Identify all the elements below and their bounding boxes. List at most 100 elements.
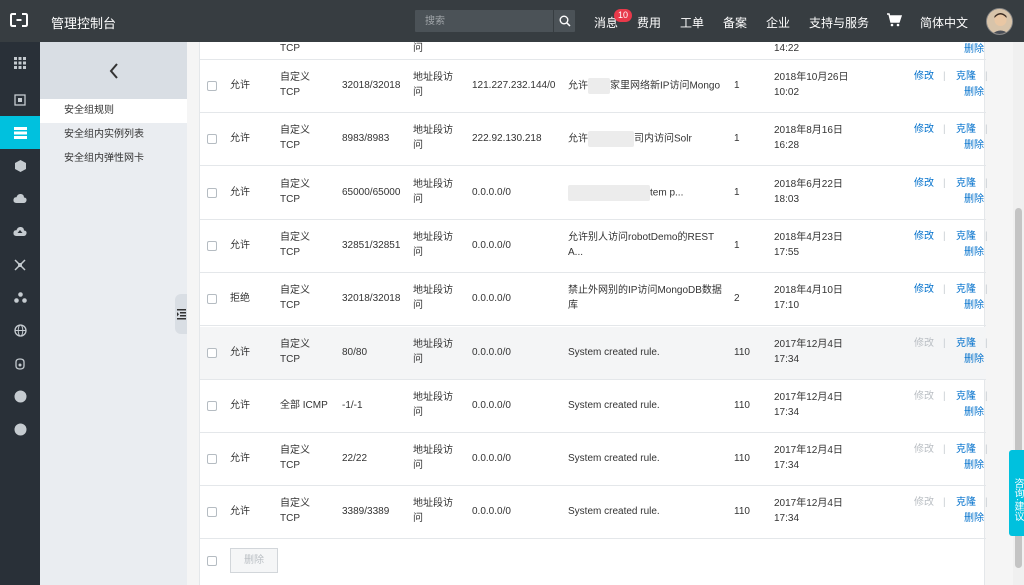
rule-created-time: 2017年12月4日 17:34: [774, 338, 843, 365]
clone-link[interactable]: 克隆: [956, 495, 976, 510]
rule-port-range: 3389/3389: [342, 506, 390, 518]
clone-link[interactable]: 克隆: [956, 336, 976, 351]
rule-policy: 允许: [230, 239, 250, 251]
row-checkbox[interactable]: [207, 507, 217, 518]
logo-icon[interactable]: [10, 12, 28, 28]
delete-link[interactable]: 删除: [964, 511, 984, 526]
rule-protocol: 自定义 TCP: [280, 338, 310, 365]
sidebar-products[interactable]: [0, 46, 40, 79]
rule-description: System created rule.: [568, 506, 660, 518]
delete-link[interactable]: 删除: [964, 298, 984, 313]
rule-auth-object: 0.0.0.0/0: [472, 239, 511, 251]
dashboard-icon: [14, 93, 26, 106]
rule-created-time: 2018年6月22日 18:03: [774, 178, 843, 205]
console-title[interactable]: 管理控制台: [51, 13, 116, 32]
delete-link[interactable]: 删除: [964, 405, 984, 420]
rule-policy: 允许: [230, 506, 250, 518]
sidebar-item-ecs[interactable]: [0, 116, 40, 149]
row-checkbox[interactable]: [207, 347, 217, 358]
rule-policy: 允许: [230, 399, 250, 411]
delete-link[interactable]: 删除: [964, 245, 984, 260]
edit-link[interactable]: 修改: [914, 176, 934, 191]
delete-link[interactable]: 删除: [964, 192, 984, 207]
clone-link[interactable]: 克隆: [956, 229, 976, 244]
back-button[interactable]: [40, 42, 187, 99]
edit-link[interactable]: 修改: [914, 495, 934, 510]
rule-description: tem p...: [568, 184, 728, 201]
sidebar-item-upload[interactable]: [0, 215, 40, 248]
sub-sidebar: 安全组规则 安全组内实例列表 安全组内弹性网卡: [40, 42, 187, 585]
sidebar-item-security[interactable]: [0, 347, 40, 380]
sidebar-item-storage[interactable]: [0, 182, 40, 215]
rule-protocol: 自定义 TCP: [280, 125, 310, 152]
row-checkbox[interactable]: [207, 294, 217, 305]
table-row: TCP 问 14:22 删除: [200, 6, 986, 60]
rule-auth-object: 222.92.130.218: [472, 133, 542, 145]
sidebar-item-global[interactable]: [0, 314, 40, 347]
sidebar-item-dot-1[interactable]: [0, 380, 40, 413]
row-checkbox[interactable]: [207, 81, 217, 91]
edit-link[interactable]: 修改: [914, 122, 934, 137]
delete-link[interactable]: 删除: [964, 352, 984, 367]
rule-protocol: 自定义 TCP: [280, 231, 310, 258]
main-content: TCP 问 14:22 删除 允许 自定义 TCP 32018/32018 地址段访问 1…: [187, 42, 1013, 585]
rule-port-range: 32018/32018: [342, 293, 401, 305]
action-separator: |: [985, 71, 988, 82]
edit-link[interactable]: 修改: [914, 389, 934, 404]
rule-policy: 允许: [230, 186, 250, 198]
delete-link[interactable]: 删除: [964, 458, 984, 473]
rule-created-time: 2018年4月23日 17:55: [774, 231, 843, 258]
feedback-tab[interactable]: 咨询·建议: [1009, 450, 1024, 536]
clone-link[interactable]: 克隆: [956, 282, 976, 297]
rule-created-time: 2018年10月26日 10:02: [774, 72, 849, 98]
sidebar-item-overview[interactable]: [0, 83, 40, 116]
subnav-eni[interactable]: 安全组内弹性网卡: [40, 147, 187, 171]
sidebar-item-network[interactable]: [0, 248, 40, 281]
rule-port-range: 80/80: [342, 346, 368, 358]
subnav-instances[interactable]: 安全组内实例列表: [40, 123, 187, 147]
rule-port-range: -1/-1: [342, 399, 363, 411]
sidebar-item-dot-2[interactable]: [0, 413, 40, 446]
select-all-checkbox[interactable]: [207, 556, 217, 566]
delete-link[interactable]: 删除: [964, 42, 984, 57]
rule-created-time: 2017年12月4日 17:34: [774, 498, 843, 525]
edit-link[interactable]: 修改: [914, 336, 934, 351]
rule-auth-type: 问: [413, 43, 423, 54]
table-row: 允许 自定义 TCP 3389/3389 地址段访问 0.0.0.0/0 System cr…: [200, 486, 988, 540]
edit-link[interactable]: 修改: [914, 69, 934, 84]
batch-delete-button[interactable]: 删除: [230, 548, 278, 573]
clone-link[interactable]: 克隆: [956, 122, 976, 137]
rule-protocol: 全部 ICMP: [280, 399, 328, 411]
edit-link[interactable]: 修改: [914, 282, 934, 297]
subnav-security-rules[interactable]: 安全组规则: [40, 99, 187, 123]
delete-link[interactable]: 删除: [964, 85, 984, 100]
edit-link[interactable]: 修改: [914, 229, 934, 244]
action-separator: |: [985, 177, 988, 189]
rule-auth-object: 0.0.0.0/0: [472, 506, 511, 518]
table-row: 允许 自定义 TCP 32018/32018 地址段访问 121.227.232.144/…: [200, 60, 988, 113]
avatar[interactable]: [986, 8, 1013, 35]
row-checkbox[interactable]: [207, 400, 217, 411]
row-checkbox[interactable]: [207, 187, 217, 198]
row-checkbox[interactable]: [207, 454, 217, 465]
edit-link[interactable]: 修改: [914, 442, 934, 457]
rule-auth-type: 地址段访问: [413, 178, 453, 205]
rule-auth-object: 0.0.0.0/0: [472, 346, 511, 358]
action-separator: |: [943, 337, 946, 349]
rule-auth-object: 0.0.0.0/0: [472, 293, 511, 305]
clone-link[interactable]: 克隆: [956, 389, 976, 404]
row-checkbox[interactable]: [207, 134, 217, 145]
rule-description: 允许 司内访问Solr: [568, 131, 728, 148]
row-checkbox[interactable]: [207, 240, 217, 251]
rule-port-range: 32851/32851: [342, 239, 401, 251]
sidebar-item-cdn[interactable]: [0, 149, 40, 182]
network-icon: [14, 258, 26, 271]
delete-link[interactable]: 删除: [964, 138, 984, 153]
sidebar-item-topology[interactable]: [0, 281, 40, 314]
clone-link[interactable]: 克隆: [956, 176, 976, 191]
table-row: 允许 自定义 TCP 22/22 地址段访问 0.0.0.0/0 System create…: [200, 433, 988, 487]
rule-port-range: 32018/32018: [342, 80, 401, 91]
clone-link[interactable]: 克隆: [956, 442, 976, 457]
rule-priority: 110: [734, 399, 750, 411]
clone-link[interactable]: 克隆: [956, 69, 976, 84]
